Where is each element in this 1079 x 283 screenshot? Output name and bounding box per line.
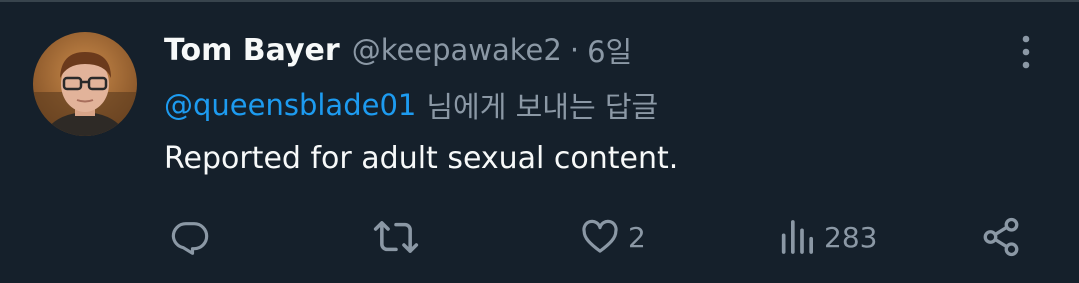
like-count: 2 bbox=[628, 220, 646, 254]
reply-suffix-text: 님에게 보내는 답글 bbox=[426, 90, 659, 124]
tweet-text: Reported for adult sexual content. bbox=[164, 141, 679, 176]
reply-icon bbox=[171, 222, 209, 255]
separator-dot: · bbox=[569, 33, 580, 67]
reply-button[interactable] bbox=[170, 214, 210, 260]
tweet-timestamp[interactable]: 6일 bbox=[587, 29, 632, 71]
share-button[interactable] bbox=[980, 214, 1022, 260]
share-icon bbox=[983, 217, 1019, 257]
like-button[interactable]: 2 bbox=[580, 214, 646, 260]
top-divider bbox=[0, 0, 1079, 2]
retweet-button[interactable] bbox=[373, 214, 419, 260]
avatar[interactable] bbox=[33, 32, 137, 136]
views-count: 283 bbox=[824, 220, 878, 254]
more-options-button[interactable] bbox=[1006, 30, 1046, 74]
reply-mention-link[interactable]: @queensblade01 bbox=[164, 88, 416, 122]
views-button[interactable]: 283 bbox=[778, 214, 877, 260]
heart-icon bbox=[582, 219, 618, 253]
author-display-name[interactable]: Tom Bayer bbox=[164, 33, 340, 68]
avatar-image bbox=[33, 32, 137, 136]
retweet-icon bbox=[373, 221, 419, 253]
replying-to: @queensblade01 님에게 보내는 답글 bbox=[164, 84, 658, 126]
author-handle[interactable]: @keepawake2 bbox=[352, 33, 562, 67]
views-icon bbox=[781, 220, 813, 254]
tweet-header: Tom Bayer @keepawake2 · 6일 bbox=[164, 30, 632, 70]
more-vertical-icon bbox=[1022, 35, 1030, 69]
